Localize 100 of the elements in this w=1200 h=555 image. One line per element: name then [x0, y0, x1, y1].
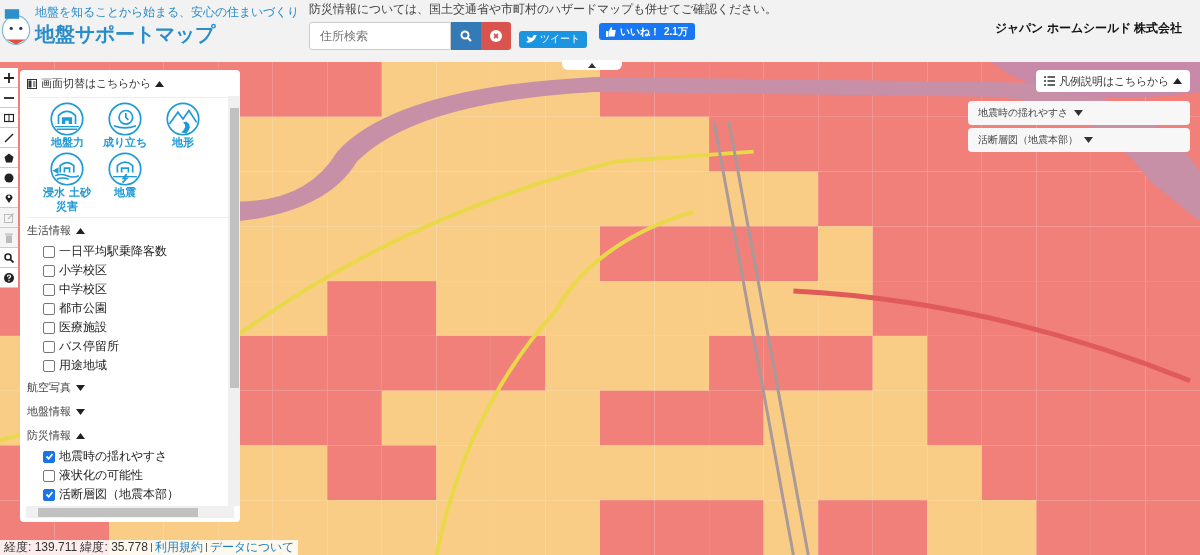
low-risk-zone	[381, 226, 437, 282]
low-risk-zone	[490, 226, 546, 282]
high-risk-zone	[1036, 500, 1091, 555]
high-risk-zone	[1036, 335, 1091, 391]
trash-icon	[4, 232, 14, 243]
high-risk-zone	[600, 390, 655, 446]
close-icon	[490, 30, 502, 42]
panel-tool[interactable]	[0, 108, 18, 128]
low-risk-zone	[436, 500, 491, 555]
company-name: ジャパン ホームシールド 株式会社	[995, 20, 1182, 37]
legend-button[interactable]: 凡例説明はこちらから	[1036, 70, 1190, 92]
section-toggle[interactable]: 防災情報	[27, 423, 228, 448]
legend-dropdown[interactable]: 地震時の揺れやすさ	[968, 101, 1190, 125]
tweet-button[interactable]: ツイート	[519, 30, 587, 48]
high-risk-zone	[981, 390, 1037, 446]
low-risk-zone	[490, 445, 546, 501]
high-risk-zone	[1090, 390, 1146, 446]
high-risk-zone	[381, 281, 437, 336]
footer-link[interactable]: 利用規約	[154, 539, 203, 555]
zoom-in-tool[interactable]	[0, 68, 18, 88]
low-risk-zone	[545, 281, 600, 336]
caret-icon	[76, 227, 85, 234]
layer-label: 液状化の可能性	[59, 467, 143, 485]
section-toggle[interactable]: 生活情報	[27, 218, 228, 243]
low-risk-zone	[545, 500, 600, 555]
map-category-button[interactable]: 成り立ち	[97, 102, 153, 150]
search-icon	[460, 30, 472, 42]
low-risk-zone	[818, 390, 873, 446]
collapse-tab[interactable]	[562, 60, 622, 70]
search-field[interactable]: 住所検索	[309, 22, 451, 50]
high-risk-zone	[327, 62, 382, 117]
plus-icon	[4, 72, 14, 83]
low-risk-zone	[436, 116, 491, 172]
low-risk-zone	[872, 390, 928, 446]
checkbox[interactable]	[43, 359, 55, 372]
map-category-button[interactable]: 地震	[97, 151, 153, 214]
checkbox[interactable]	[43, 488, 55, 501]
low-risk-zone	[927, 500, 982, 555]
checkbox[interactable]	[43, 283, 55, 296]
checkbox[interactable]	[43, 340, 55, 353]
like-button[interactable]: いいね！ 2.1万	[599, 23, 695, 40]
line-tool[interactable]	[0, 128, 18, 148]
high-risk-zone	[1145, 445, 1200, 501]
checkbox[interactable]	[43, 469, 55, 482]
layer-label: 中学校区	[59, 281, 107, 299]
zoom-out-tool[interactable]	[0, 88, 18, 108]
low-risk-zone	[490, 500, 546, 555]
caret-icon	[76, 432, 85, 439]
low-risk-zone	[545, 390, 600, 446]
low-risk-zone	[545, 445, 600, 501]
high-risk-zone	[436, 335, 491, 391]
vertical-scrollbar[interactable]	[228, 96, 240, 507]
low-risk-zone	[490, 390, 546, 446]
layer-label: 都市公園	[59, 300, 107, 318]
low-risk-zone	[545, 171, 600, 227]
panel-toggle[interactable]: 画面切替はこちらから	[27, 70, 228, 98]
section-toggle[interactable]: 航空写真	[27, 375, 228, 400]
marker-tool[interactable]	[0, 188, 18, 208]
search-button[interactable]	[451, 22, 481, 50]
checkbox[interactable]	[43, 264, 55, 277]
high-risk-zone	[1145, 500, 1200, 555]
low-risk-zone	[818, 281, 873, 336]
polygon-tool[interactable]	[0, 148, 18, 168]
low-risk-zone	[654, 445, 710, 501]
map-category-button[interactable]: 浸水 土砂災害	[39, 151, 95, 214]
low-risk-zone	[927, 445, 982, 501]
high-risk-zone	[327, 335, 382, 391]
high-risk-zone	[927, 281, 982, 336]
high-risk-zone	[981, 335, 1037, 391]
horizontal-scrollbar[interactable]	[26, 506, 234, 519]
legend-dropdown[interactable]: 活断層図（地震本部）	[968, 128, 1190, 152]
low-risk-zone	[600, 335, 655, 391]
layer-label: 用途地域	[59, 357, 107, 375]
clock-icon	[108, 102, 142, 136]
map-category-button[interactable]: 地形	[155, 102, 211, 150]
caret-icon	[76, 408, 85, 415]
high-risk-zone	[654, 500, 710, 555]
checkbox[interactable]	[43, 245, 55, 258]
layer-label: 小学校区	[59, 262, 107, 280]
clear-button[interactable]	[481, 22, 511, 50]
high-risk-zone	[818, 500, 873, 555]
high-risk-zone	[927, 171, 982, 227]
circle-tool[interactable]	[0, 168, 18, 188]
map-category-button[interactable]: 地盤力	[39, 102, 95, 150]
layer-label: 地震時の揺れやすさ	[59, 448, 167, 466]
footer-link[interactable]: データについて	[209, 539, 294, 555]
checkbox[interactable]	[43, 302, 55, 315]
high-risk-zone	[1036, 226, 1091, 282]
low-risk-zone	[490, 281, 546, 336]
caret-icon	[76, 384, 85, 391]
high-risk-zone	[709, 390, 764, 446]
low-risk-zone	[436, 445, 491, 501]
help-tool[interactable]	[0, 268, 18, 288]
cracked-house-icon	[108, 151, 142, 186]
checkbox[interactable]	[43, 450, 55, 463]
section-toggle[interactable]: 地盤情報	[27, 399, 228, 424]
search-tool[interactable]	[0, 248, 18, 268]
low-risk-zone	[654, 281, 710, 336]
high-risk-zone	[654, 390, 710, 446]
checkbox[interactable]	[43, 321, 55, 334]
